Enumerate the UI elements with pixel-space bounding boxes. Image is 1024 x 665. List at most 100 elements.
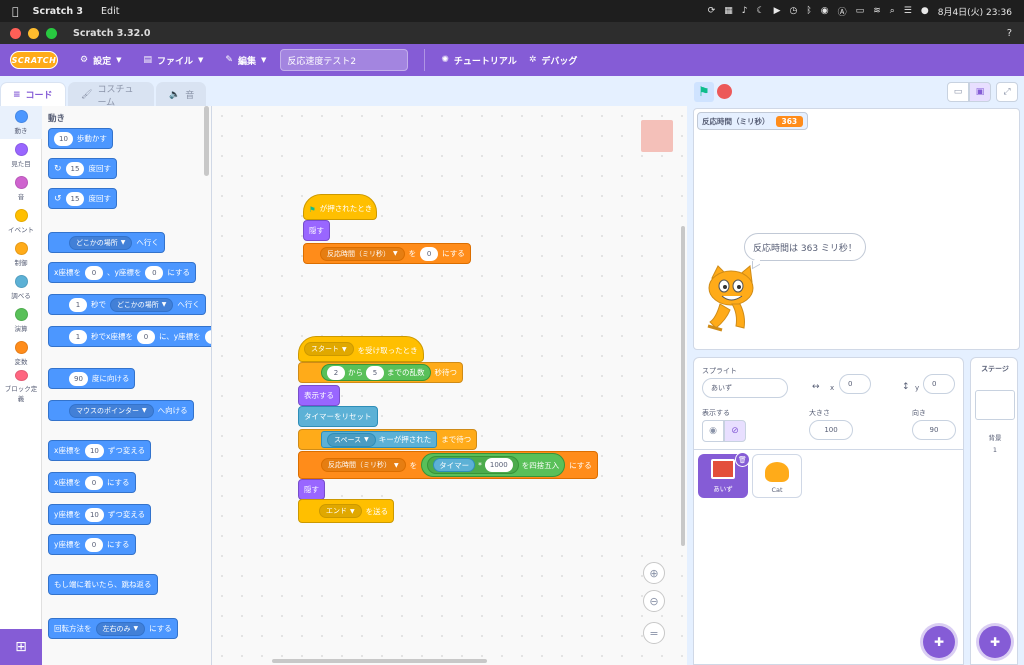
hide-sprite-button[interactable]: ⊘ <box>724 420 746 442</box>
category-sound[interactable]: 音 <box>0 172 42 205</box>
sync-icon[interactable]: ⟳ <box>708 6 716 16</box>
dy-input[interactable]: 10 <box>84 507 104 522</box>
seconds-input[interactable]: 1 <box>69 329 87 344</box>
when-flag-clicked-block[interactable]: ⚑ が押されたとき <box>303 194 377 220</box>
scratch-logo[interactable]: SCRATCH <box>10 51 58 69</box>
project-title-input[interactable]: 反応速度テスト2 <box>280 49 409 71</box>
siri-icon[interactable]: ● <box>921 6 929 16</box>
show-sprite-button[interactable]: ◉ <box>702 420 724 442</box>
edit-menu[interactable]: Edit <box>101 6 119 17</box>
steps-input[interactable]: 10 <box>54 131 73 146</box>
add-backdrop-button[interactable]: ✚ <box>979 626 1011 658</box>
glide-dropdown[interactable]: どこかの場所 ▼ <box>110 297 174 312</box>
y-input[interactable]: 0 <box>84 537 103 552</box>
round-operator[interactable]: タイマー * 1000 を四捨五入 <box>421 453 566 477</box>
sprite-name-input[interactable]: あいず <box>702 378 788 398</box>
change-x-block[interactable]: x座標を 10 ずつ変える <box>48 440 152 461</box>
sprite-tile-aizu[interactable]: あいず 🗑 <box>698 452 750 498</box>
seconds-input[interactable]: 1 <box>69 297 87 312</box>
direction-input[interactable]: 90 <box>69 371 88 386</box>
script-vscrollbar[interactable] <box>681 226 685 546</box>
set-x-block[interactable]: x座標を 0 にする <box>48 472 136 493</box>
category-looks[interactable]: 見た目 <box>0 139 42 172</box>
hide-block[interactable]: 隠す <box>303 220 330 241</box>
input-source-icon[interactable]: Ⓐ <box>838 5 847 18</box>
change-y-block[interactable]: y座標を 10 ずつ変える <box>48 504 152 525</box>
zoom-out-button[interactable]: ⊖ <box>643 590 665 612</box>
debug-button[interactable]: ✲ デバッグ <box>529 54 578 67</box>
show-block[interactable]: 表示する <box>298 385 340 406</box>
towards-dropdown[interactable]: マウスのポインター ▼ <box>69 403 154 418</box>
x-input[interactable]: 0 <box>136 329 155 344</box>
edit-menu-scratch[interactable]: ✎ 編集 ▼ <box>225 54 266 67</box>
category-motion[interactable]: 動き <box>0 106 42 139</box>
tab-sound[interactable]: 🔈 音 <box>156 82 206 106</box>
cat-sprite[interactable] <box>698 264 770 336</box>
normal-stage-button[interactable]: ▣ <box>969 82 991 102</box>
bluetooth-icon[interactable]: ᛒ <box>806 6 811 16</box>
add-extension-button[interactable]: ⊞ <box>0 629 42 665</box>
zoom-reset-button[interactable]: = <box>643 622 665 644</box>
dx-input[interactable]: 10 <box>84 443 104 458</box>
point-towards-block[interactable]: マウスのポインター ▼ へ向ける <box>48 400 194 421</box>
value-input[interactable]: 0 <box>420 246 439 261</box>
set-variable-block[interactable]: 反応時間（ミリ秒） ▼ を 0 にする <box>303 243 471 264</box>
palette-scrollbar[interactable] <box>204 106 209 176</box>
script-hscrollbar[interactable] <box>272 659 487 663</box>
bounce-block[interactable]: もし端に着いたら、跳ね返る <box>48 574 158 595</box>
category-control[interactable]: 制御 <box>0 238 42 271</box>
point-direction-block[interactable]: 90 度に向ける <box>48 368 136 389</box>
category-operators[interactable]: 演算 <box>0 304 42 337</box>
key-dropdown[interactable]: スペース ▼ <box>327 432 376 447</box>
y-position-input[interactable]: 0 <box>923 374 955 394</box>
category-sensing[interactable]: 調べる <box>0 271 42 304</box>
control-center-icon[interactable]: ☰ <box>904 6 912 16</box>
random-from-input[interactable]: 2 <box>327 365 345 380</box>
message-dropdown[interactable]: エンド ▼ <box>319 504 362 518</box>
rotation-dropdown[interactable]: 左右のみ ▼ <box>95 621 146 636</box>
fullscreen-button[interactable]: ⤢ <box>996 82 1018 102</box>
green-flag-button[interactable]: ⚑ <box>694 82 714 102</box>
play-icon[interactable]: ▶ <box>774 6 781 16</box>
move-steps-block[interactable]: 10 歩動かす <box>48 128 113 149</box>
x-input[interactable]: 0 <box>84 475 103 490</box>
stage-thumbnail[interactable] <box>975 390 1015 420</box>
zoom-in-button[interactable]: ⊕ <box>643 562 665 584</box>
x-input[interactable]: 0 <box>84 265 103 280</box>
multiplier-input[interactable]: 1000 <box>484 458 513 472</box>
rotation-style-block[interactable]: 回転方法を 左右のみ ▼ にする <box>48 618 178 639</box>
app-menu[interactable]: Scratch 3 <box>33 6 83 17</box>
timer-reporter[interactable]: タイマー <box>433 458 476 472</box>
set-reaction-time-block[interactable]: 反応時間（ミリ秒） ▼ を タイマー * 1000 を四捨五入 にする <box>298 451 598 479</box>
minimize-window-button[interactable] <box>28 27 39 39</box>
turn-right-block[interactable]: ↻ 15 度回す <box>48 158 117 179</box>
earbuds-icon[interactable]: ♪ <box>742 6 748 16</box>
key-pressed-condition[interactable]: スペース ▼ キーが押された <box>321 431 438 448</box>
settings-menu[interactable]: ⚙ 設定 ▼ <box>80 54 121 67</box>
y-input[interactable]: 0 <box>204 329 211 344</box>
add-sprite-button[interactable]: ✚ <box>923 626 955 658</box>
zoom-window-button[interactable] <box>46 27 57 39</box>
moon-icon[interactable]: ☾ <box>757 6 765 16</box>
stage-pane[interactable]: ステージ 背景 1 ✚ <box>970 357 1018 665</box>
degrees-input[interactable]: 15 <box>65 161 85 176</box>
category-events[interactable]: イベント <box>0 205 42 238</box>
stage-canvas[interactable]: 反応時間（ミリ秒） 363 反応時間は 363 ミリ秒！ <box>693 108 1020 350</box>
degrees-input[interactable]: 15 <box>65 191 85 206</box>
apple-icon[interactable]:  <box>12 5 19 18</box>
random-operator[interactable]: 2 から 5 までの乱数 <box>321 364 431 381</box>
clock-icon[interactable]: ◷ <box>790 6 798 16</box>
glide-xy-block[interactable]: 1 秒でx座標を 0 に、y座標を 0 <box>48 326 211 347</box>
grid-icon[interactable]: ▦ <box>724 6 733 16</box>
stop-button[interactable] <box>717 84 732 99</box>
y-input[interactable]: 0 <box>145 265 164 280</box>
x-position-input[interactable]: 0 <box>839 374 871 394</box>
broadcast-block[interactable]: エンド ▼ を送る <box>298 499 395 523</box>
sprite-tile-cat[interactable]: Cat <box>752 454 802 498</box>
battery-icon[interactable]: ▭ <box>856 6 865 16</box>
close-window-button[interactable] <box>10 27 21 39</box>
turn-left-block[interactable]: ↺ 15 度回す <box>48 188 117 209</box>
hide-block[interactable]: 隠す <box>298 479 325 500</box>
goto-block[interactable]: どこかの場所 ▼ へ行く <box>48 232 165 253</box>
wait-until-block[interactable]: スペース ▼ キーが押された まで待つ <box>298 429 478 450</box>
